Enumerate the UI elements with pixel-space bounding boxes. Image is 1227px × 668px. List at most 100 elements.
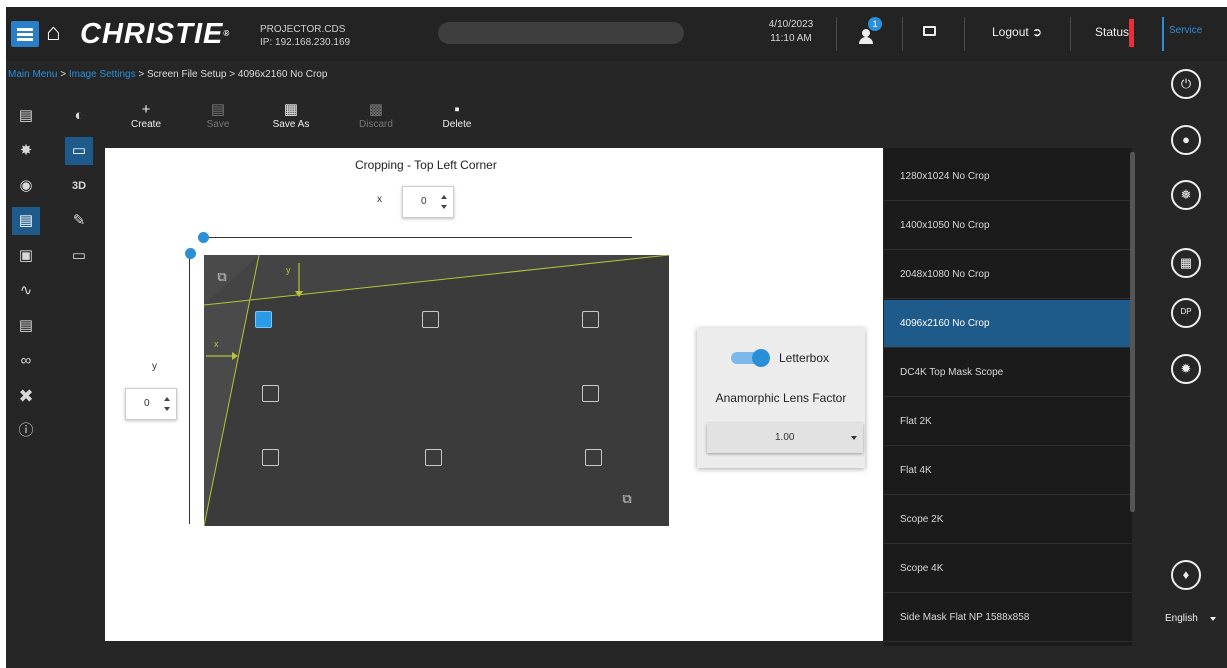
sidebar-color-icon[interactable]: ◐: [65, 102, 93, 130]
x-stepper[interactable]: 0: [402, 186, 454, 218]
dp-icon[interactable]: DP: [1171, 298, 1201, 328]
lens-factor-select[interactable]: 1.00: [707, 423, 863, 453]
chevron-down-icon: [1210, 617, 1216, 621]
shutter-icon[interactable]: ❅: [1171, 180, 1201, 210]
file-list-item[interactable]: Side Mask Flat NP 1588x858: [884, 594, 1132, 642]
x-slider-track[interactable]: [202, 237, 632, 238]
date-display: 4/10/2023: [768, 19, 814, 30]
anchor-top-center[interactable]: [422, 311, 439, 328]
sidebar-signal-icon[interactable]: ∿: [12, 277, 40, 305]
y-increment[interactable]: [164, 397, 170, 401]
sidebar-link-icon[interactable]: ∞: [12, 347, 40, 375]
language-select[interactable]: English: [1161, 606, 1221, 632]
lamp-icon[interactable]: ●: [1171, 125, 1201, 155]
app-frame: ⌂ CHRISTIE® PROJECTOR.CDS IP: 192.168.23…: [6, 7, 1227, 668]
sidebar-info-icon[interactable]: ⓘ: [12, 417, 40, 445]
hamburger-menu-icon[interactable]: [11, 21, 39, 47]
logout-icon: ➲: [1032, 25, 1043, 39]
letterbox-toggle[interactable]: [731, 349, 770, 367]
discard-icon: ▩: [368, 101, 384, 118]
anchor-middle-left[interactable]: [262, 385, 279, 402]
file-list-item[interactable]: DC4K Top Mask Scope: [884, 349, 1132, 397]
save-as-icon: ▦: [283, 101, 299, 118]
breadcrumb-current: 4096x2160 No Crop: [237, 69, 328, 80]
x-arrow-label: x: [214, 339, 219, 349]
file-list-item[interactable]: 1280x1024 No Crop: [884, 153, 1132, 201]
top-bar: ⌂ CHRISTIE® PROJECTOR.CDS IP: 192.168.23…: [6, 7, 1227, 61]
sidebar-3d-icon[interactable]: 3D: [65, 172, 93, 200]
file-list-item[interactable]: Flat 4K: [884, 447, 1132, 495]
sidebar-edit-icon[interactable]: ✎: [65, 207, 93, 235]
lens-factor-label: Anamorphic Lens Factor: [715, 391, 847, 405]
y-slider-handle[interactable]: [185, 248, 196, 259]
y-label: y: [152, 361, 157, 372]
delete-button[interactable]: ▪ Delete: [432, 101, 482, 130]
trash-icon: ▪: [454, 101, 460, 118]
x-decrement[interactable]: [441, 205, 447, 209]
file-list-item[interactable]: Scope 2K: [884, 496, 1132, 544]
letterbox-card: Letterbox Anamorphic Lens Factor 1.00: [697, 328, 865, 468]
x-label: x: [377, 194, 382, 205]
x-increment[interactable]: [441, 195, 447, 199]
file-list-item[interactable]: 1400x1050 No Crop: [884, 202, 1132, 250]
breadcrumb-image-settings[interactable]: Image Settings: [69, 69, 136, 80]
file-list-item[interactable]: 2048x1080 No Crop: [884, 251, 1132, 299]
test-pattern-icon[interactable]: ▦: [1171, 248, 1201, 278]
search-bar[interactable]: [438, 22, 684, 44]
projector-name: PROJECTOR.CDS: [260, 24, 346, 35]
divider: [1070, 17, 1071, 51]
create-button[interactable]: + Create: [121, 101, 171, 130]
service-button[interactable]: Service: [1169, 25, 1202, 36]
notification-bell-icon[interactable]: ♦: [1171, 560, 1201, 590]
x-slider-handle[interactable]: [198, 232, 209, 243]
power-icon[interactable]: ⏻: [1171, 69, 1201, 99]
y-decrement[interactable]: [164, 407, 170, 411]
sidebar-palette-icon[interactable]: ◉: [12, 172, 40, 200]
breadcrumb-main-menu[interactable]: Main Menu: [8, 69, 57, 80]
top-left-corner-icon[interactable]: ⧉: [212, 267, 232, 287]
file-list-scrollbar[interactable]: [1130, 152, 1135, 512]
anchor-top-left[interactable]: [255, 311, 272, 328]
anchor-bottom-right[interactable]: [585, 449, 602, 466]
status-button[interactable]: Status: [1095, 25, 1129, 39]
file-list-item[interactable]: Scope 4K: [884, 545, 1132, 593]
save-button[interactable]: ▤ Save: [193, 101, 243, 130]
sidebar-display-icon[interactable]: ▭: [65, 242, 93, 270]
y-stepper[interactable]: 0: [125, 388, 177, 420]
sidebar-lamp-icon[interactable]: ✸: [12, 137, 40, 165]
divider: [964, 17, 965, 51]
remote-display-icon[interactable]: [923, 26, 936, 36]
home-icon[interactable]: ⌂: [46, 19, 61, 47]
plus-icon: +: [141, 101, 151, 118]
cropping-title: Cropping - Top Left Corner: [355, 158, 497, 172]
file-list-item[interactable]: Flat 2K: [884, 398, 1132, 446]
time-display: 11:10 AM: [770, 33, 812, 44]
discard-button[interactable]: ▩ Discard: [351, 101, 401, 130]
sidebar-image-settings-icon[interactable]: ▤: [12, 207, 40, 235]
sidebar-input-icon[interactable]: ▤: [12, 102, 40, 130]
divider: [836, 17, 837, 51]
save-icon: ▤: [210, 101, 226, 118]
y-slider-track[interactable]: [189, 254, 190, 524]
screen-preview: y x ⧉ ⧉: [204, 255, 669, 526]
sidebar-tv-icon[interactable]: ▣: [12, 242, 40, 270]
status-indicator: [1129, 19, 1134, 47]
sidebar-screen-icon[interactable]: ▭: [65, 137, 93, 165]
quick-function-icon[interactable]: ✹: [1171, 354, 1201, 384]
sidebar-clipboard-icon[interactable]: ▤: [12, 312, 40, 340]
anchor-bottom-left[interactable]: [262, 449, 279, 466]
logout-button[interactable]: Logout ➲: [992, 25, 1042, 39]
breadcrumb-screen-file-setup[interactable]: Screen File Setup: [147, 69, 227, 80]
anchor-top-right[interactable]: [582, 311, 599, 328]
anchor-middle-right[interactable]: [582, 385, 599, 402]
chevron-down-icon: [851, 436, 857, 440]
notification-badge: 1: [868, 17, 882, 31]
file-list-item-selected[interactable]: 4096x2160 No Crop: [884, 300, 1132, 348]
save-as-button[interactable]: ▦ Save As: [266, 101, 316, 130]
anchor-bottom-center[interactable]: [425, 449, 442, 466]
cropping-panel: Cropping - Top Left Corner x 0 y 0 y x ⧉…: [105, 148, 883, 641]
sidebar-tools-icon[interactable]: ✖: [12, 382, 40, 410]
user-icon[interactable]: 1: [858, 17, 882, 47]
screen-file-list: 1280x1024 No Crop 1400x1050 No Crop 2048…: [884, 148, 1132, 646]
bottom-right-corner-icon[interactable]: ⧉: [617, 489, 637, 509]
